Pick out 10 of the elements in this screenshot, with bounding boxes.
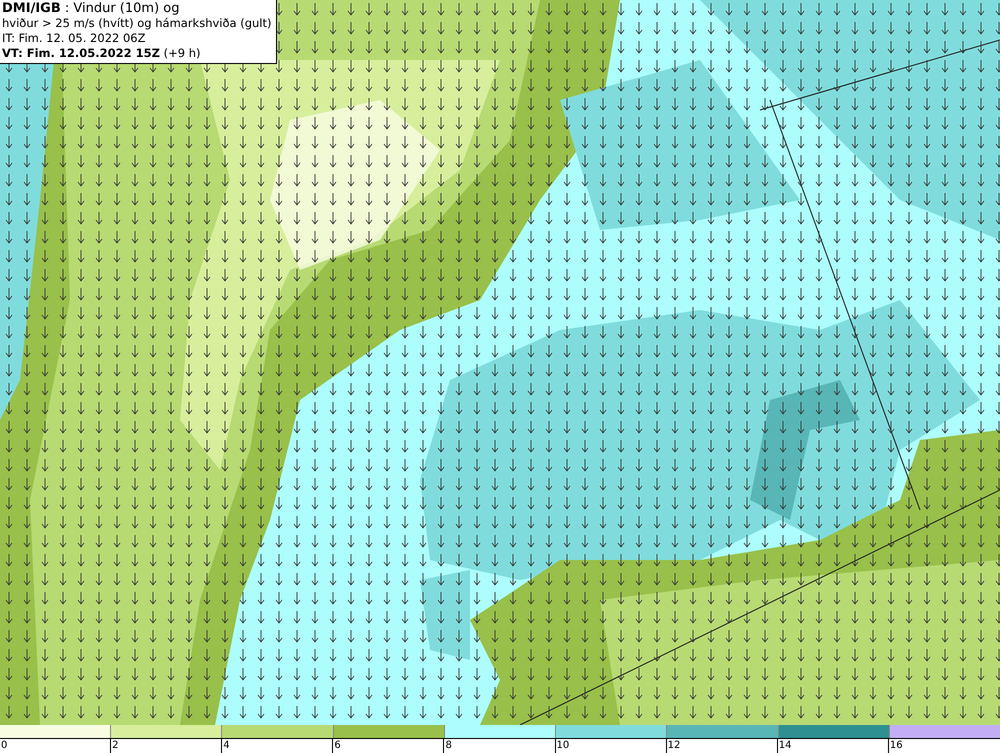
scale-label: 10 xyxy=(554,739,570,753)
scale-label: 16 xyxy=(888,739,903,753)
scale-label: 0 xyxy=(0,739,8,753)
scale-label: 8 xyxy=(443,739,452,753)
scale-label: 6 xyxy=(332,739,341,753)
scale-label: 14 xyxy=(776,739,792,753)
scale-label: 2 xyxy=(110,739,118,753)
scale-label: 12 xyxy=(666,739,680,753)
scale-label: 4 xyxy=(221,739,230,753)
map-title: DMI/IGB : Vindur (10m) og hviður > 25 m/s (hvítt) og hámarkshviða (gult) IT: Fim. 12. 05. 2022 06Z VT: Fim. 12.05.2022 15Z (+9 h) xyxy=(0,0,276,64)
